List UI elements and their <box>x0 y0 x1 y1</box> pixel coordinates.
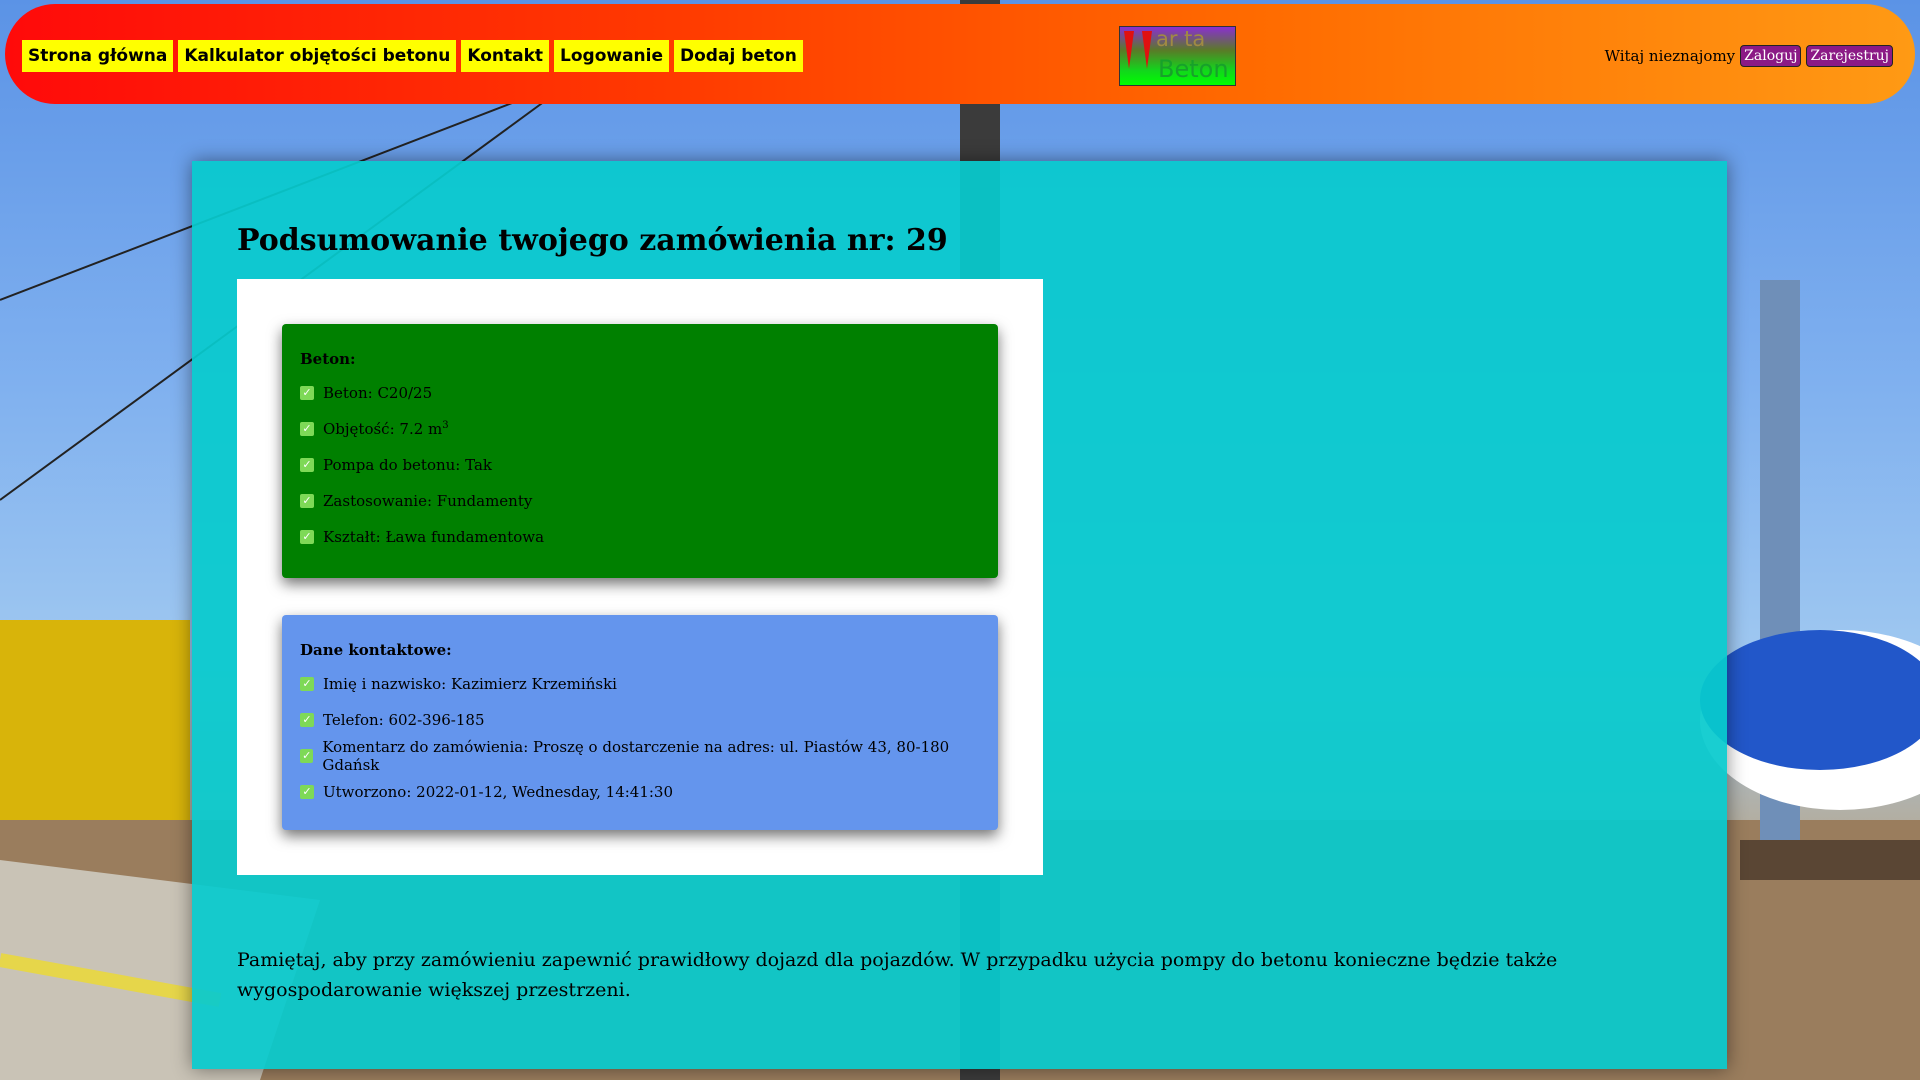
order-summary-box: Beton: ✓ Beton: C20/25 ✓ Objętość: 7.2 m… <box>237 279 1043 875</box>
user-area: Witaj nieznajomy Zaloguj Zarejestruj <box>1605 45 1893 67</box>
card-heading: Beton: <box>300 350 356 368</box>
check-icon: ✓ <box>300 386 314 400</box>
item-text: Beton: C20/25 <box>323 384 433 402</box>
greeting-text: Witaj nieznajomy <box>1604 47 1736 65</box>
check-icon: ✓ <box>300 530 314 544</box>
check-icon: ✓ <box>300 422 314 436</box>
check-icon: ✓ <box>300 785 314 799</box>
unit-superscript: 3 <box>442 420 449 431</box>
list-item: ✓ Telefon: 602-396-185 <box>300 709 980 731</box>
login-button[interactable]: Zaloguj <box>1740 45 1802 67</box>
list-item: ✓ Zastosowanie: Fundamenty <box>300 490 980 512</box>
item-text: Komentarz do zamówienia: Proszę o dostar… <box>322 738 950 774</box>
logo-text-top: ar ta <box>1156 27 1206 51</box>
delivery-note: Pamiętaj, aby przy zamówieniu zapewnić p… <box>237 949 1558 1001</box>
list-item: ✓ Kształt: Ława fundamentowa <box>300 526 980 548</box>
item-text: Imię i nazwisko: Kazimierz Krzemiński <box>323 675 617 693</box>
item-text: Kształt: Ława fundamentowa <box>323 528 545 546</box>
list-item: ✓ Objętość: 7.2 m3 <box>300 418 980 440</box>
list-item: ✓ Imię i nazwisko: Kazimierz Krzemiński <box>300 673 980 695</box>
item-text: Zastosowanie: Fundamenty <box>323 492 533 510</box>
nav-link-concrete-calculator[interactable]: Kalkulator objętości betonu <box>178 40 457 72</box>
item-text: Objętość: 7.2 m3 <box>323 420 449 438</box>
item-text: Telefon: 602-396-185 <box>323 711 485 729</box>
site-logo[interactable]: ar ta Beton <box>1119 26 1236 86</box>
nav-link-home[interactable]: Strona główna <box>22 40 174 72</box>
list-item: ✓ Pompa do betonu: Tak <box>300 454 980 476</box>
nav-link-login[interactable]: Logowanie <box>554 40 670 72</box>
nav-link-contact[interactable]: Kontakt <box>461 40 550 72</box>
item-text: Pompa do betonu: Tak <box>323 456 493 474</box>
check-icon: ✓ <box>300 749 314 763</box>
nav-links: Strona główna Kalkulator objętości beton… <box>22 40 803 72</box>
logo-text-bottom: Beton <box>1158 55 1229 83</box>
item-text: Utworzono: 2022-01-12, Wednesday, 14:41:… <box>323 783 674 801</box>
main-panel: Podsumowanie twojego zamówienia nr: 29 B… <box>192 161 1727 1069</box>
list-item: ✓ Komentarz do zamówienia: Proszę o dost… <box>300 738 980 774</box>
page-title: Podsumowanie twojego zamówienia nr: 29 <box>237 223 948 258</box>
check-icon: ✓ <box>300 494 314 508</box>
check-icon: ✓ <box>300 713 314 727</box>
register-button[interactable]: Zarejestruj <box>1806 45 1893 67</box>
list-item: ✓ Utworzono: 2022-01-12, Wednesday, 14:4… <box>300 781 980 803</box>
logo-drop-icon <box>1124 31 1152 69</box>
nav-link-add-concrete[interactable]: Dodaj beton <box>674 40 803 72</box>
check-icon: ✓ <box>300 677 314 691</box>
contact-details-card: Dane kontaktowe: ✓ Imię i nazwisko: Kazi… <box>282 615 998 830</box>
card-heading: Dane kontaktowe: <box>300 641 452 659</box>
concrete-details-card: Beton: ✓ Beton: C20/25 ✓ Objętość: 7.2 m… <box>282 324 998 578</box>
top-navigation-bar: Strona główna Kalkulator objętości beton… <box>5 4 1915 104</box>
check-icon: ✓ <box>300 458 314 472</box>
list-item: ✓ Beton: C20/25 <box>300 382 980 404</box>
